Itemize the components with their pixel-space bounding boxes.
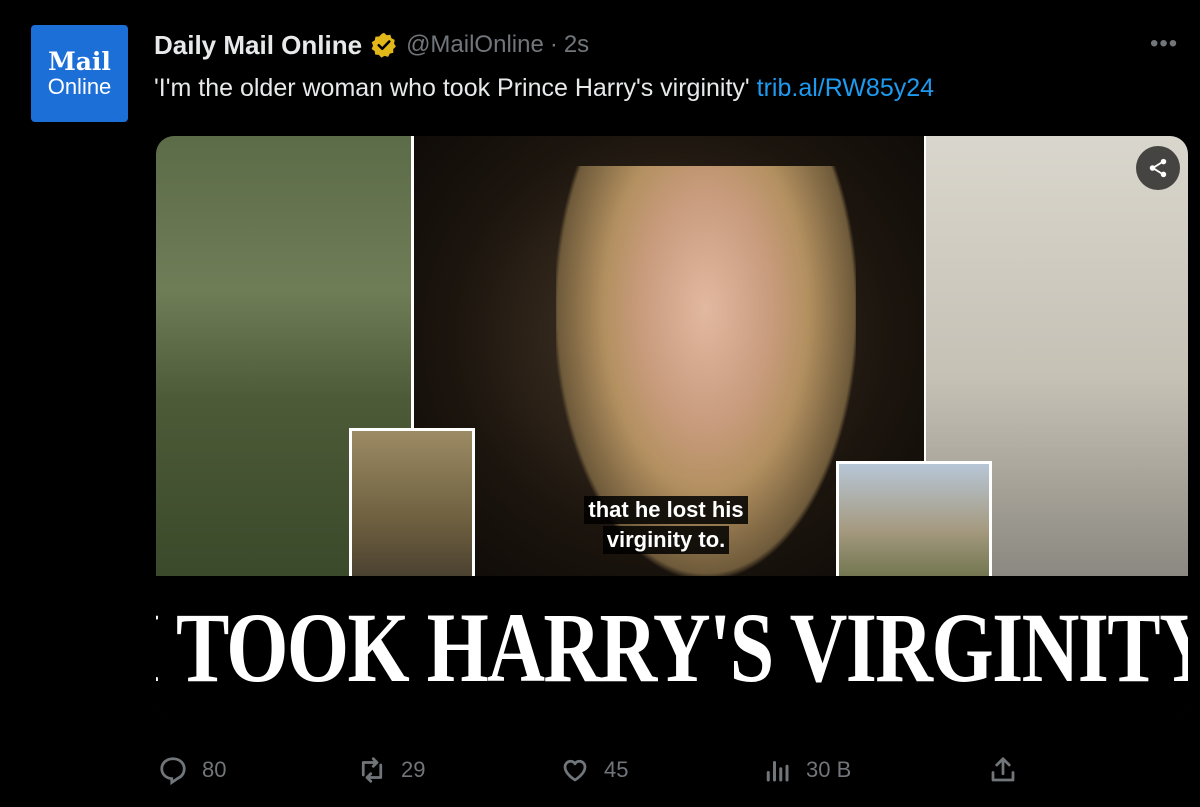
author-name[interactable]: Daily Mail Online: [154, 30, 362, 61]
repost-count: 29: [401, 757, 426, 782]
tweet-actions: 80 29 45 30 B: [0, 750, 1200, 790]
caption-line-1: that he lost his: [584, 496, 748, 524]
avatar-logo-line2: Online: [47, 73, 112, 99]
inset-photo-house: [836, 461, 992, 587]
verified-badge-icon[interactable]: [370, 31, 398, 59]
headline-banner: 'I TOOK HARRY'S VIRGINITY': [156, 576, 1188, 720]
upload-icon: [991, 757, 1015, 782]
header-separator: ·: [549, 31, 558, 58]
view-count: 30 B: [806, 757, 852, 782]
reply-count: 80: [202, 757, 227, 782]
avatar[interactable]: Mail Online: [31, 25, 128, 122]
share-icon[interactable]: [1136, 146, 1180, 190]
tweet-header: Daily Mail Online @MailOnline · 2s: [154, 28, 589, 62]
like-icon: [563, 759, 587, 782]
repost-button[interactable]: 29: [357, 750, 425, 790]
tweet-timestamp[interactable]: 2s: [564, 31, 589, 59]
upload-button[interactable]: [988, 750, 1032, 790]
video-caption: that he lost his virginity to.: [546, 496, 786, 556]
reply-button[interactable]: 80: [158, 750, 226, 790]
media-headline: 'I TOOK HARRY'S VIRGINITY': [156, 592, 1188, 703]
avatar-logo-line1: Mail: [48, 46, 111, 76]
tweet-link[interactable]: trib.al/RW85y24: [757, 74, 934, 102]
caption-line-2: virginity to.: [602, 526, 730, 554]
views-icon: [766, 761, 789, 782]
like-button[interactable]: 45: [560, 750, 628, 790]
tweet-media[interactable]: that he lost his virginity to. 'I TOOK H…: [156, 136, 1188, 720]
inset-photo-left: [349, 428, 475, 582]
more-icon[interactable]: •••: [1150, 30, 1178, 58]
like-count: 45: [604, 757, 629, 782]
author-handle[interactable]: @MailOnline: [406, 31, 544, 59]
tweet-body: 'I'm the older woman who took Prince Har…: [154, 74, 750, 102]
reply-icon: [160, 757, 186, 785]
repost-icon: [361, 757, 383, 783]
tweet-text: 'I'm the older woman who took Prince Har…: [154, 74, 934, 103]
views-button[interactable]: 30 B: [762, 750, 851, 790]
